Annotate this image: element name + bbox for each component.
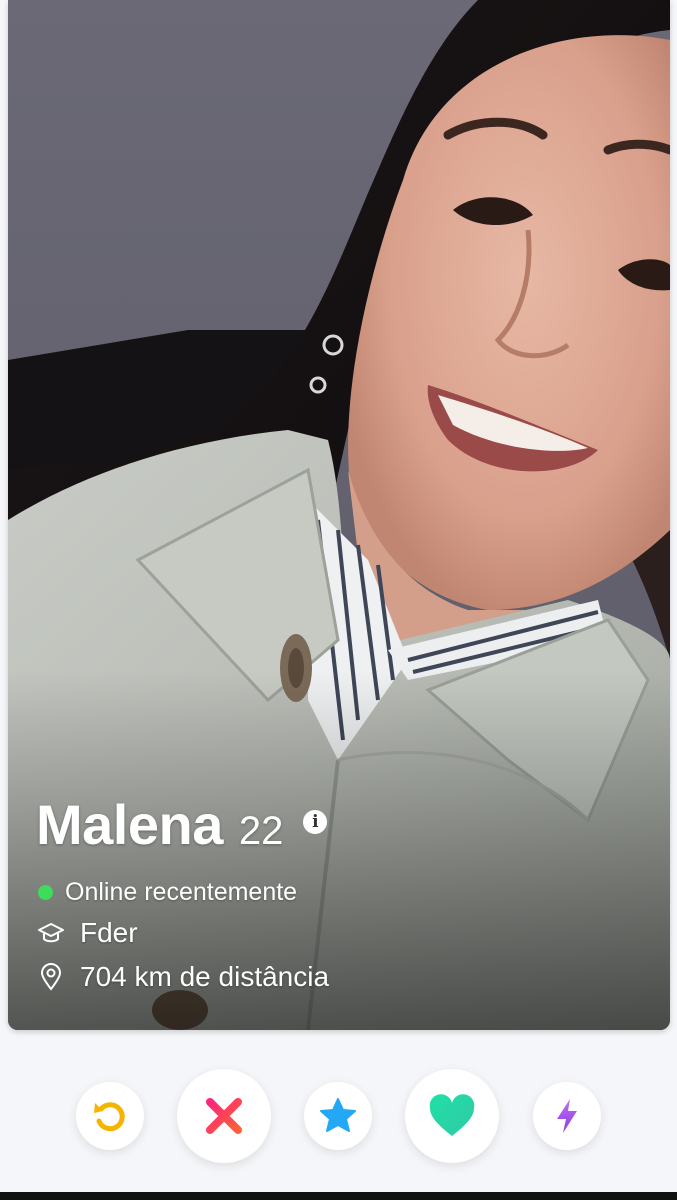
profile-name: Malena	[36, 793, 223, 856]
profile-age: 22	[238, 809, 284, 853]
system-nav-bar	[0, 1192, 677, 1200]
graduation-cap-icon	[36, 918, 66, 948]
action-bar	[0, 1066, 677, 1166]
info-icon[interactable]: i	[303, 810, 328, 834]
school-row: Fder	[36, 912, 329, 954]
star-icon	[320, 1098, 356, 1132]
heart-icon	[429, 1094, 475, 1136]
location-pin-icon	[36, 962, 66, 992]
profile-card[interactable]: Malena 22 i Online recentemente Fder 704…	[8, 0, 670, 1030]
super-like-button[interactable]	[304, 1082, 372, 1150]
distance-text: 704 km de distância	[80, 961, 330, 992]
name-row: Malena 22 i	[36, 792, 329, 864]
rewind-button[interactable]	[76, 1082, 144, 1150]
nope-button[interactable]	[177, 1069, 271, 1163]
rewind-icon	[94, 1102, 125, 1132]
school-text: Fder	[80, 917, 138, 948]
close-icon	[206, 1098, 242, 1134]
online-status: Online recentemente	[36, 874, 329, 910]
status-text: Online recentemente	[65, 877, 298, 906]
profile-info: Malena 22 i Online recentemente Fder 704…	[36, 792, 329, 998]
online-dot-icon	[38, 884, 53, 900]
distance-row: 704 km de distância	[36, 956, 329, 998]
boost-button[interactable]	[533, 1082, 601, 1150]
lightning-icon	[557, 1099, 577, 1133]
like-button[interactable]	[405, 1069, 499, 1163]
